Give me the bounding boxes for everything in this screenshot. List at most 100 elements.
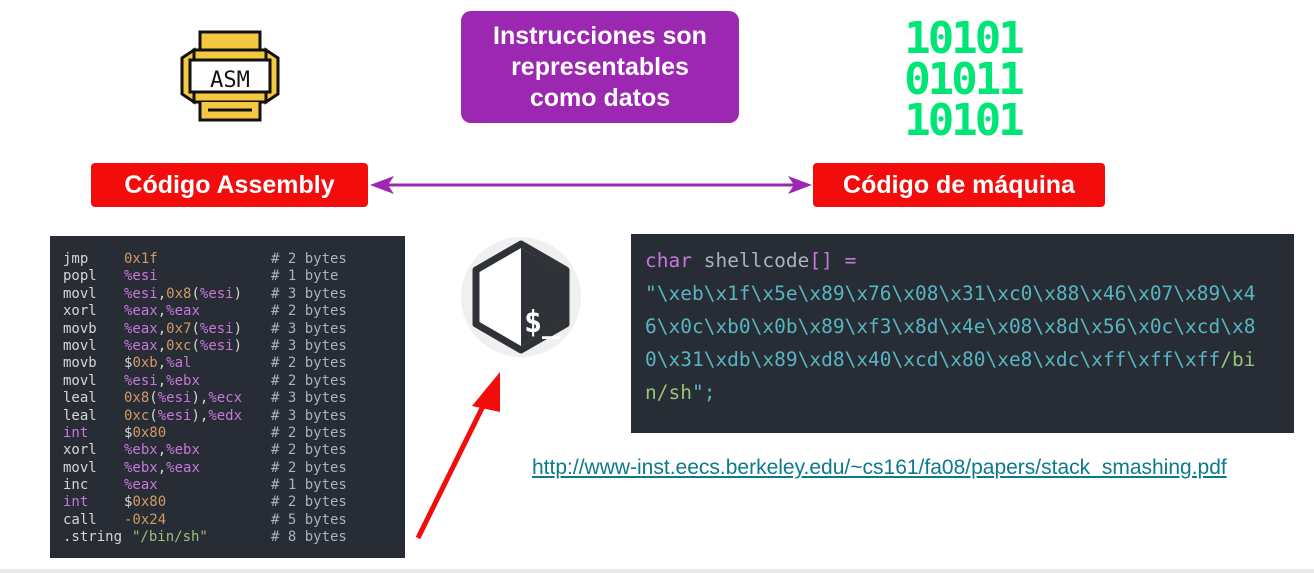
asm-opcode: inc (63, 477, 89, 494)
asm-operands: $0xb,%al (124, 355, 192, 372)
asm-comment: # 2 bytes (271, 303, 347, 320)
asm-line: jmp 0x1f # 2 bytes (63, 251, 405, 268)
asm-comment: # 2 bytes (271, 442, 347, 459)
asm-comment: # 3 bytes (271, 390, 347, 407)
asm-comment: # 3 bytes (271, 407, 347, 424)
asm-line: xorl %ebx,%ebx # 2 bytes (63, 442, 405, 459)
asm-comment: # 3 bytes (271, 285, 347, 302)
asm-opcode: xorl (63, 303, 97, 320)
binary-digits: 10101 01011 10101 (893, 13, 1033, 146)
asm-comment: # 2 bytes (271, 251, 347, 267)
asm-operands: 0x1f (124, 251, 158, 267)
reference-link[interactable]: http://www-inst.eecs.berkeley.edu/~cs161… (532, 456, 1227, 480)
shellcode-line-4-tail: n/sh (645, 381, 692, 404)
shellcode-decl-line: char shellcode[] = (645, 244, 1280, 277)
asm-operands: %esi,%ebx (124, 372, 200, 389)
asm-line: movl %ebx,%eax # 2 bytes (63, 460, 405, 477)
label-machine-code: Código de máquina (813, 163, 1105, 207)
asm-comment: # 3 bytes (271, 337, 347, 354)
shellcode-panel: char shellcode[] = "\xeb\x1f\x5e\x89\x76… (631, 234, 1294, 433)
asm-line: int $0x80 # 2 bytes (63, 425, 405, 442)
binary-row: 10101 (904, 13, 1024, 64)
asm-operands: %ebx,%ebx (124, 442, 200, 459)
red-arrow (410, 366, 510, 542)
asm-opcode: call (63, 511, 97, 528)
asm-comment: # 8 bytes (271, 529, 347, 546)
title-line-1: Instrucciones son (493, 21, 707, 50)
shellcode-line-4: n/sh"; (645, 376, 1280, 409)
asm-operands: %eax,%eax (124, 303, 200, 320)
asm-operands: 0x8(%esi),%ecx (124, 390, 243, 407)
asm-line: popl %esi # 1 byte (63, 268, 405, 285)
asm-line: leal 0x8(%esi),%ecx # 3 bytes (63, 390, 405, 407)
shellcode-line-1: "\xeb\x1f\x5e\x89\x76\x08\x31\xc0\x88\x4… (645, 282, 1256, 305)
bash-terminal-icon: $_ (460, 236, 582, 358)
asm-comment: # 1 byte (271, 268, 339, 285)
asm-operands: %esi,0x8(%esi) (124, 285, 243, 302)
asm-comment: # 2 bytes (271, 424, 347, 441)
title-line-2: representables (511, 52, 689, 81)
asm-operands: -0x24 (124, 511, 167, 528)
assembly-code-panel: jmp 0x1f # 2 bytes popl %esi # 1 byte movl %esi… (50, 236, 405, 558)
double-arrow (368, 174, 814, 196)
asm-line: .string "/bin/sh" # 8 bytes (63, 529, 405, 546)
shellcode-line-3: 0\x31\xdb\x89\xd8\x40\xcd\x80\xe8\xdc\xf… (645, 343, 1280, 376)
shellcode-type: char (645, 249, 692, 272)
binary-row: 10101 (904, 95, 1024, 146)
asm-comment: # 1 bytes (271, 477, 347, 494)
asm-opcode: movl (63, 372, 97, 389)
asm-line: call -0x24 # 5 bytes (63, 512, 405, 529)
binary-row: 01011 (904, 54, 1024, 105)
asm-opcode: leal (63, 390, 97, 407)
asm-operands: %eax,0x7(%esi) (124, 320, 243, 337)
asm-operands: %esi (124, 268, 158, 285)
asm-line: movl %esi,%ebx # 2 bytes (63, 373, 405, 390)
asm-opcode: movb (63, 320, 97, 337)
shellcode-var: shellcode (691, 249, 810, 272)
asm-comment: # 2 bytes (271, 494, 347, 511)
shellcode-line-2: 6\x0c\xb0\x0b\x89\xf3\x8d\x4e\x08\x8d\x5… (645, 315, 1256, 338)
asm-operands: "/bin/sh" (132, 529, 208, 546)
asm-opcode: movb (63, 355, 97, 372)
shellcode-line-3-tail: /bi (1220, 348, 1256, 371)
asm-opcode: movl (63, 459, 97, 476)
asm-line: movb %eax,0x7(%esi) # 3 bytes (63, 321, 405, 338)
asm-line: inc %eax # 1 bytes (63, 477, 405, 494)
asm-operands: %eax,0xc(%esi) (124, 337, 243, 354)
bash-prompt: $_ (524, 305, 561, 340)
asm-line: leal 0xc(%esi),%edx # 3 bytes (63, 408, 405, 425)
asm-line: movl %eax,0xc(%esi) # 3 bytes (63, 338, 405, 355)
asm-opcode: xorl (63, 442, 97, 459)
asm-file-icon: ASM (180, 28, 280, 124)
asm-operands: $0x80 (124, 424, 167, 441)
asm-opcode: jmp (63, 251, 89, 267)
asm-operands: 0xc(%esi),%edx (124, 407, 243, 424)
title-line-3: como datos (529, 83, 671, 112)
asm-line: xorl %eax,%eax # 2 bytes (63, 303, 405, 320)
asm-comment: # 2 bytes (271, 459, 347, 476)
asm-line: int $0x80 # 2 bytes (63, 494, 405, 511)
asm-comment: # 2 bytes (271, 372, 347, 389)
shellcode-line-3-hex: 0\x31\xdb\x89\xd8\x40\xcd\x80\xe8\xdc\xf… (645, 348, 1221, 371)
asm-operands: %ebx,%eax (124, 459, 200, 476)
shellcode-line-4-end: "; (691, 381, 716, 404)
asm-operands: $0x80 (124, 494, 167, 511)
asm-icon-label: ASM (210, 68, 250, 93)
asm-opcode: int (63, 424, 89, 441)
asm-opcode: movl (63, 285, 97, 302)
label-assembly: Código Assembly (91, 163, 368, 207)
asm-opcode: popl (63, 268, 97, 285)
asm-comment: # 5 bytes (271, 511, 347, 528)
bottom-divider (0, 569, 1314, 573)
asm-line: movb $0xb,%al # 2 bytes (63, 355, 405, 372)
asm-opcode: int (63, 494, 89, 511)
asm-operands: %eax (124, 477, 158, 494)
asm-opcode: .string (63, 529, 123, 546)
shellcode-brackets: [] = (809, 249, 857, 272)
asm-opcode: leal (63, 407, 97, 424)
asm-line: movl %esi,0x8(%esi) # 3 bytes (63, 286, 405, 303)
asm-comment: # 3 bytes (271, 320, 347, 337)
title-box: Instrucciones son representables como da… (461, 11, 739, 123)
asm-comment: # 2 bytes (271, 355, 347, 372)
asm-opcode: movl (63, 337, 97, 354)
